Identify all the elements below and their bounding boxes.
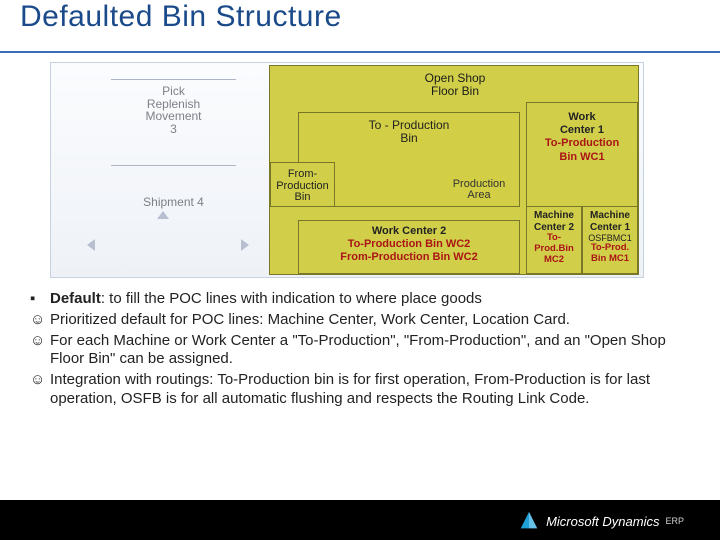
production-area-label: Production Area [443, 179, 515, 202]
smiley-icon: ☺ [30, 311, 50, 330]
divider [111, 79, 236, 80]
bullet-line-4: Integration with routings: To-Production… [50, 371, 700, 409]
smiley-icon: ☺ [30, 332, 50, 370]
slide: Defaulted Bin Structure Pick Replenish M… [0, 0, 720, 540]
machine-center-1-bin: To-Prod. Bin MC1 [585, 243, 635, 265]
footer-erp-text: ERP [665, 516, 684, 526]
bullet-line-2: Prioritized default for POC lines: Machi… [50, 311, 700, 330]
shop-floor-block: Open Shop Floor Bin To - Production Bin … [269, 65, 639, 275]
work-center-1-head: Work Center 1 [531, 111, 633, 137]
warehouse-left-column: Pick Replenish Movement 3 Shipment 4 [111, 75, 236, 231]
bullet-line-3: For each Machine or Work Center a "To-Pr… [50, 332, 700, 370]
bullet-square-icon: ▪ [30, 290, 50, 309]
work-center-2-head: Work Center 2 [299, 225, 519, 238]
bullet-line-1: Default: to fill the POC lines with indi… [50, 290, 700, 309]
title-underline [0, 51, 720, 53]
footer-brand-text: Microsoft Dynamics [546, 514, 659, 529]
dynamics-logo-icon [518, 510, 540, 532]
work-center-2-bin: To-Production Bin WC2 From-Production Bi… [299, 238, 519, 264]
work-center-2-block: Work Center 2 To-Production Bin WC2 From… [298, 220, 520, 274]
to-production-bin-label: To - Production Bin [299, 119, 519, 145]
arrow-right-icon [241, 239, 249, 251]
pick-replenish-label: Pick Replenish Movement 3 [111, 85, 236, 135]
open-shop-floor-bin-label: Open Shop Floor Bin [400, 72, 510, 97]
machine-center-2-head: Machine Center 2 [529, 210, 579, 233]
shipment-label: Shipment 4 [111, 195, 236, 209]
arrow-left-icon [87, 239, 95, 251]
work-center-1-block: Work Center 1 To-Production Bin WC1 [526, 102, 638, 207]
machine-center-1-block: Machine Center 1 OSFBMC1 To-Prod. Bin MC… [582, 206, 638, 274]
page-title: Defaulted Bin Structure [20, 0, 342, 34]
divider [111, 165, 236, 166]
bullet-1-bold: Default [50, 290, 101, 307]
machine-center-2-block: Machine Center 2 To- Prod.Bin MC2 [526, 206, 582, 274]
footer-brand: Microsoft Dynamics ERP [518, 510, 684, 532]
body-text: ▪ Default: to fill the POC lines with in… [30, 290, 700, 411]
from-production-bin-block: From- Production Bin [270, 162, 335, 207]
bullet-1-rest: : to fill the POC lines with indication … [101, 290, 482, 307]
arrow-up-icon [157, 211, 169, 219]
machine-center-2-bin: To- Prod.Bin MC2 [529, 233, 579, 266]
smiley-icon: ☺ [30, 371, 50, 409]
diagram-panel: Pick Replenish Movement 3 Shipment 4 Ope… [50, 62, 644, 278]
work-center-1-bin: To-Production Bin WC1 [531, 137, 633, 163]
machine-center-1-head: Machine Center 1 [585, 210, 635, 233]
